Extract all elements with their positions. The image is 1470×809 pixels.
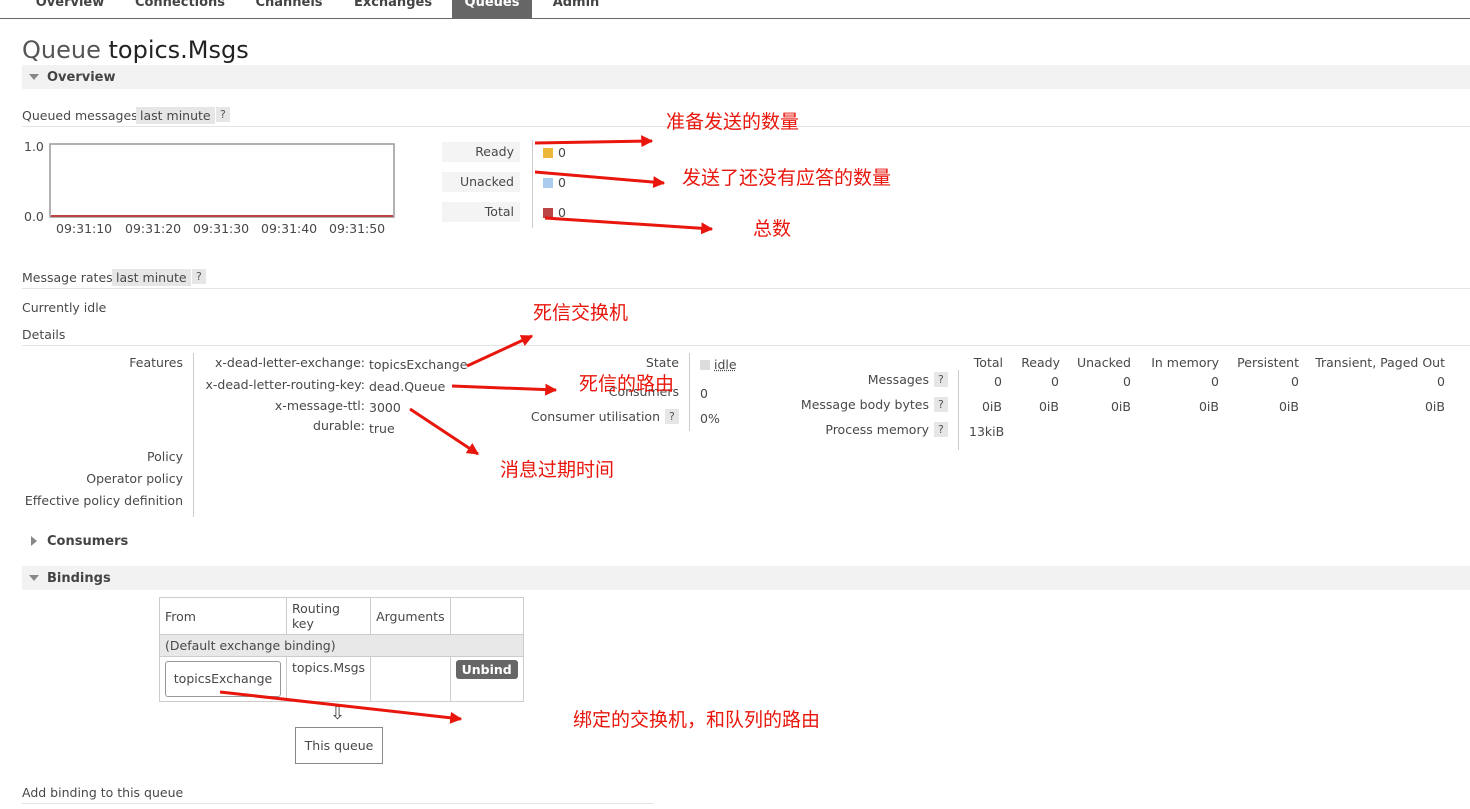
annotation-arrow: [451, 383, 558, 396]
annotation-arrow: [409, 407, 480, 456]
annotation-arrow: [534, 135, 654, 148]
annotation-binding: 绑定的交换机，和队列的路由: [573, 709, 821, 731]
annotation-total: 总数: [753, 218, 792, 240]
annotation-dlx: 死信交换机: [533, 302, 629, 324]
annotation-arrow: [534, 170, 666, 189]
annotation-arrow: [466, 334, 534, 368]
annotation-unacked: 发送了还没有应答的数量: [682, 167, 892, 189]
annotation-arrow: [219, 690, 463, 724]
annotation-ready: 准备发送的数量: [666, 111, 800, 133]
annotation-arrow: [544, 216, 714, 235]
annotation-ttl: 消息过期时间: [500, 459, 615, 481]
annotation-dlrk: 死信的路由: [579, 373, 675, 395]
